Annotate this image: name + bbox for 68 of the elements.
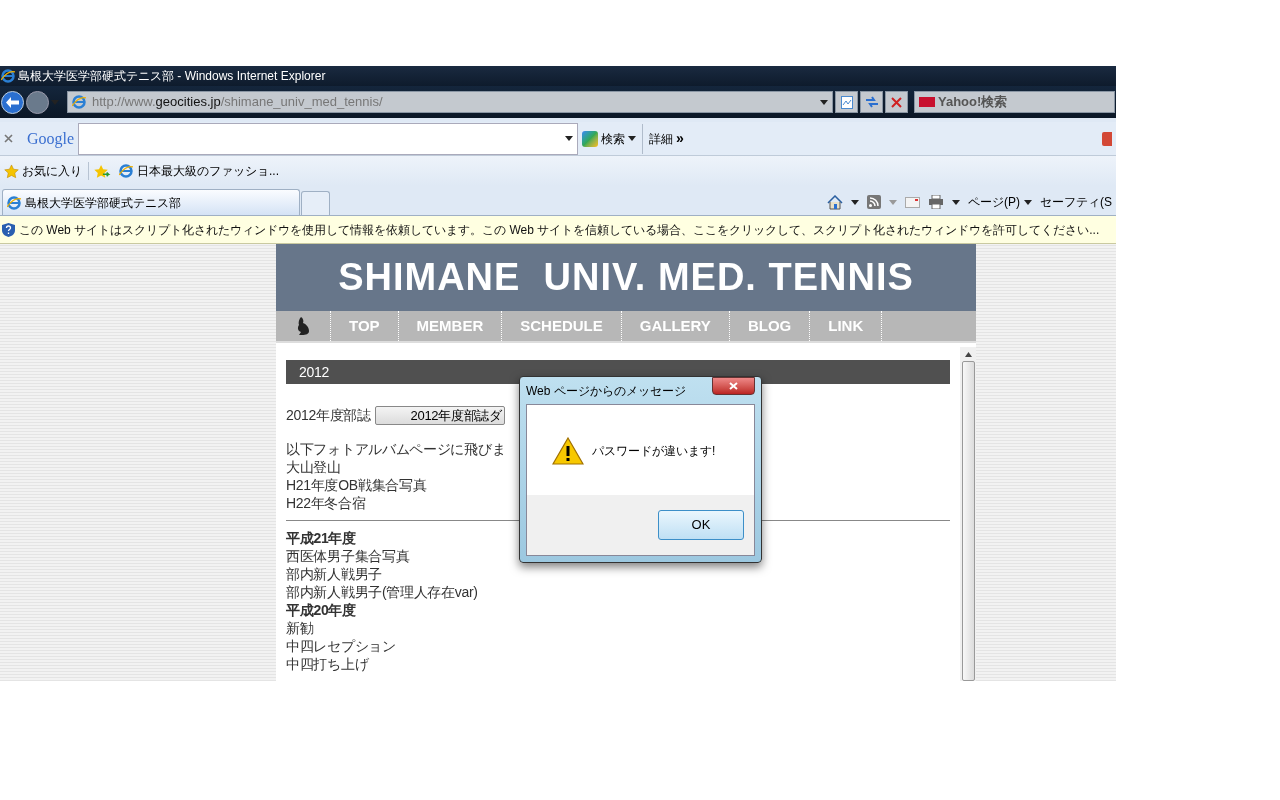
rabbit-icon <box>296 317 310 335</box>
close-icon[interactable] <box>4 134 13 143</box>
search-field[interactable]: Yahoo!検索 <box>914 91 1115 113</box>
caret-icon <box>565 136 574 141</box>
home-icon[interactable] <box>827 194 843 210</box>
stop-button[interactable] <box>885 91 908 113</box>
ok-button[interactable]: OK <box>658 510 744 540</box>
album-link[interactable]: H22年冬合宿 <box>286 494 366 512</box>
add-favorite-icon[interactable] <box>93 163 111 179</box>
caret-icon <box>851 199 859 205</box>
browser-tab[interactable]: 島根大学医学部硬式テニス部 <box>2 189 300 215</box>
dialog-title: Web ページからのメッセージ <box>526 382 686 400</box>
close-icon <box>891 96 902 108</box>
left-arrow-icon <box>6 96 19 108</box>
caret-icon <box>889 199 897 205</box>
scrollbar-thumb[interactable] <box>961 361 975 681</box>
site-title: SHIMANE UNIV. MED. TENNIS <box>338 255 914 300</box>
url-text: http://www.geocities.jp/shimane_univ_med_tennis/ <box>92 93 383 112</box>
caret-icon <box>628 136 637 141</box>
browser-icon <box>1 69 15 83</box>
album-link[interactable]: H21年度OB戦集合写真 <box>286 476 427 494</box>
caret-icon <box>820 99 828 105</box>
dialog-message: パスワードが違います! <box>592 443 716 460</box>
caret-icon <box>1024 199 1032 205</box>
refresh-icon <box>864 96 879 108</box>
address-field[interactable]: http://www.geocities.jp/shimane_univ_med_tennis/ <box>67 91 833 113</box>
warning-icon <box>552 437 584 465</box>
download-button[interactable]: 2012年度部誌ダ <box>374 405 505 425</box>
year-heading: 平成20年度 <box>286 601 356 619</box>
page-icon <box>72 95 86 109</box>
search-input[interactable]: Yahoo!検索 <box>938 92 1088 112</box>
page-icon <box>840 95 853 109</box>
feed-icon[interactable] <box>867 195 881 209</box>
printer-icon[interactable] <box>928 195 944 209</box>
command-menu[interactable]: ページ(P) <box>968 193 1032 211</box>
close-icon <box>729 382 738 390</box>
album-link[interactable]: 中四打ち上げ <box>286 655 369 673</box>
compatibility-button[interactable] <box>835 91 858 113</box>
up-arrow-icon[interactable] <box>964 352 972 357</box>
refresh-button[interactable] <box>860 91 883 113</box>
album-link[interactable]: 部内新人戦男子 <box>286 565 382 583</box>
browser-icon <box>7 195 21 210</box>
google-logo: Google <box>27 128 75 150</box>
album-link[interactable]: 以下フォトアルバムページに飛びま <box>286 440 506 458</box>
album-link[interactable]: 部内新人戦男子(管理人存在var) <box>286 583 478 601</box>
caret-icon <box>952 199 960 205</box>
journal-label: 2012年度部誌 <box>286 406 371 424</box>
back-button[interactable] <box>1 90 24 114</box>
album-link[interactable]: 中四レセプション <box>286 637 396 655</box>
information-bar-text: この Web サイトはスクリプト化されたウィンドウを使用して情報を依頼しています。この Web サイトを信頼している場合、ここをクリックして、スクリプト化されたウィンドウを許可してください... <box>19 221 1100 239</box>
command-menu[interactable]: セーフティ(S <box>1040 193 1112 211</box>
star-icon <box>4 163 19 179</box>
mail-icon[interactable] <box>905 196 920 208</box>
search-button[interactable]: 検索 <box>582 129 626 148</box>
more-button[interactable]: 詳細 » <box>649 128 684 149</box>
album-link[interactable]: 大山登山 <box>286 458 341 476</box>
album-link[interactable]: 新勧 <box>286 619 314 637</box>
year-heading: 平成21年度 <box>286 529 356 547</box>
google-search-field[interactable] <box>78 122 579 155</box>
forward-button[interactable] <box>26 90 49 114</box>
information-bar[interactable]: この Web サイトはスクリプト化されたウィンドウを使用して情報を依頼しています。この Web サイトを信頼している場合、ここをクリックして、スクリプト化されたウィンドウを許可してください... <box>0 216 1116 244</box>
favorites-button[interactable]: お気に入り <box>4 162 89 180</box>
favorite-link[interactable]: 日本最大級のファッショ... <box>119 162 279 180</box>
page-icon <box>119 164 133 178</box>
close-button[interactable] <box>712 377 755 395</box>
shield-icon <box>2 222 15 237</box>
album-link[interactable]: 西医体男子集合写真 <box>286 547 410 565</box>
window-title: 島根大学医学部硬式テニス部 - Windows Internet Explorer <box>18 68 326 85</box>
